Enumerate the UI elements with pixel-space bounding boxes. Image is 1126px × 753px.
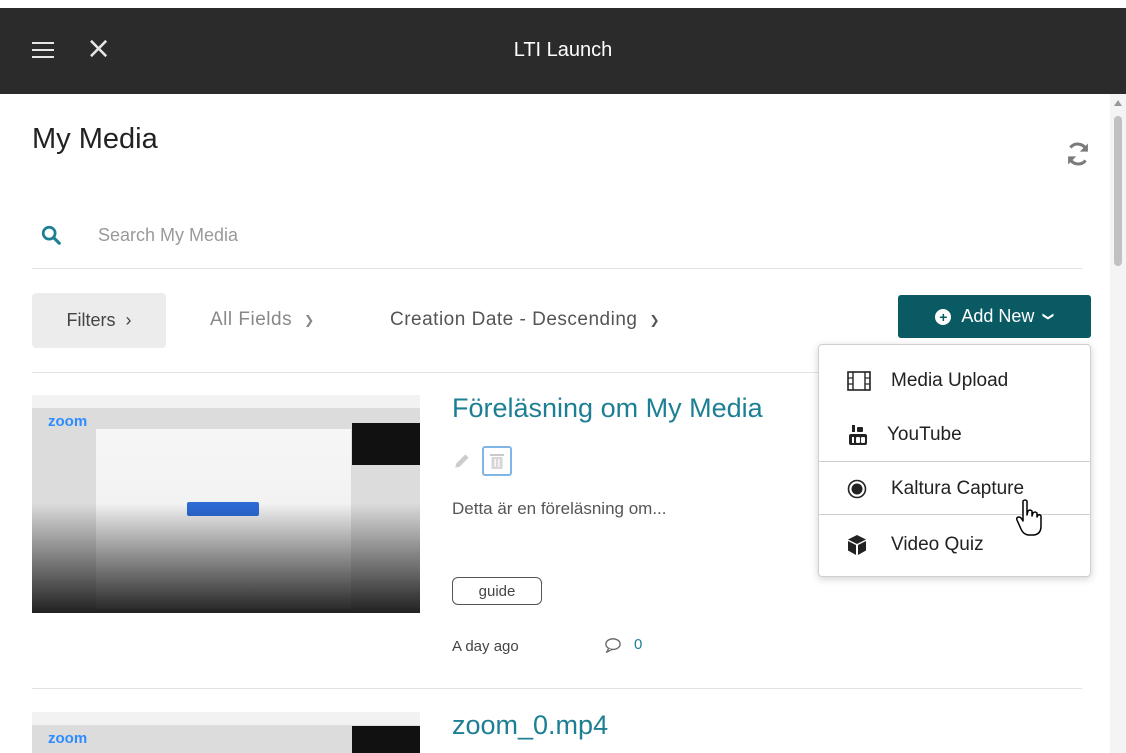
toolbar-divider — [32, 372, 822, 373]
menu-item-kaltura-capture[interactable]: Kaltura Capture — [819, 463, 1090, 515]
menu-item-media-upload[interactable]: Media Upload — [819, 355, 1090, 407]
hand-pointer-cursor-icon — [1016, 499, 1042, 536]
top-bar: × LTI Launch — [0, 8, 1126, 94]
scrollbar[interactable] — [1110, 94, 1126, 753]
filters-button[interactable]: Filters › — [32, 293, 166, 348]
entry-thumbnail[interactable]: zoom — [32, 395, 420, 613]
delete-button[interactable] — [482, 446, 512, 476]
refresh-icon[interactable] — [1064, 140, 1092, 168]
record-icon — [847, 479, 867, 499]
entry-description: Detta är en föreläsning om... — [452, 499, 667, 518]
entry-actions — [452, 446, 512, 476]
chevron-down-icon: ❯ — [649, 313, 661, 327]
entry-title-link[interactable]: Föreläsning om My Media — [452, 393, 763, 424]
thumbnail-dark-panel — [352, 423, 420, 465]
entry-divider — [32, 688, 1082, 689]
comment-icon — [605, 637, 621, 653]
sort-label: Creation Date - Descending — [390, 309, 638, 330]
film-icon — [847, 371, 871, 391]
menu-item-label: Media Upload — [891, 370, 1009, 391]
trash-icon — [490, 454, 504, 469]
search-input[interactable] — [98, 220, 698, 250]
menu-item-label: Kaltura Capture — [891, 478, 1025, 499]
menu-item-youtube[interactable]: YouTube — [819, 409, 1090, 461]
scroll-up-icon[interactable] — [1114, 100, 1122, 106]
chevron-down-icon: ❯ — [304, 313, 315, 327]
scrollbar-thumb[interactable] — [1114, 116, 1122, 266]
add-new-label: Add New — [961, 306, 1035, 326]
zoom-logo: zoom — [48, 413, 88, 430]
comment-count[interactable]: 0 — [604, 636, 642, 653]
menu-separator — [819, 514, 1090, 515]
chevron-down-icon: ❯ — [1042, 311, 1055, 322]
thumbnail-browser-bar — [32, 712, 420, 726]
menu-item-video-quiz[interactable]: Video Quiz — [819, 519, 1090, 571]
filters-label: Filters — [66, 310, 116, 330]
thumbnail-dark-panel — [352, 726, 420, 753]
sort-dropdown[interactable]: Creation Date - Descending ❯ — [390, 309, 660, 331]
window-title: LTI Launch — [513, 39, 613, 61]
add-new-button[interactable]: + Add New ❯ — [898, 295, 1091, 338]
add-new-menu: Media Upload YouTube Kaltura Capture Vid… — [818, 344, 1091, 577]
youtube-icon — [849, 425, 867, 445]
cube-icon — [848, 535, 866, 555]
thumbnail-browser-bar — [32, 395, 420, 409]
page-title: My Media — [32, 123, 158, 155]
menu-item-label: YouTube — [887, 424, 962, 445]
entry-title-link[interactable]: zoom_0.mp4 — [452, 710, 608, 741]
menu-separator — [819, 461, 1090, 462]
thumbnail-gradient — [32, 503, 420, 613]
field-filter-label: All Fields — [210, 309, 293, 330]
search-divider — [32, 268, 1082, 269]
search-icon[interactable] — [40, 224, 62, 246]
chevron-right-icon: › — [125, 310, 132, 330]
entry-date: A day ago — [452, 638, 519, 655]
zoom-logo: zoom — [48, 730, 88, 747]
field-filter-dropdown[interactable]: All Fields ❯ — [210, 309, 315, 331]
comment-count-value: 0 — [634, 636, 643, 653]
entry-tag[interactable]: guide — [452, 577, 542, 605]
pencil-icon[interactable] — [452, 451, 472, 471]
menu-item-label: Video Quiz — [891, 534, 984, 555]
entry-thumbnail[interactable]: zoom — [32, 712, 420, 753]
plus-circle-icon: + — [935, 308, 952, 325]
